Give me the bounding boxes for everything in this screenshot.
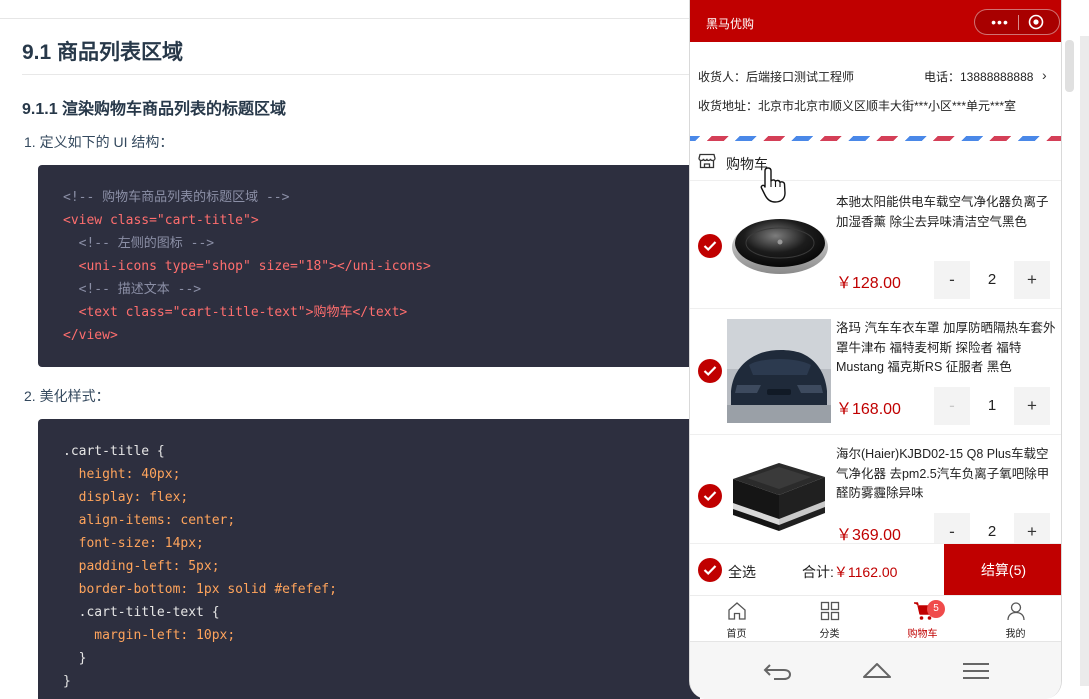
doc-panel: 9.1 商品列表区域 9.1.1 渲染购物车商品列表的标题区域 1. 定义如下的…	[0, 0, 700, 699]
scrollbar-thumb[interactable]	[1065, 40, 1074, 92]
item-price: ￥168.00	[836, 401, 901, 418]
menu-capsule[interactable]: •••	[974, 9, 1060, 35]
code-line: align-items: center;	[63, 513, 236, 528]
code-line: padding-left: 5px;	[63, 559, 220, 574]
code-line: <!-- 描述文本 -->	[63, 282, 202, 297]
capsule-divider	[1018, 15, 1019, 30]
code-line: <uni-icons type="shop" size="18"></uni-i…	[63, 259, 431, 274]
scrollbar-track	[1080, 36, 1089, 686]
code-line: .cart-title {	[63, 444, 165, 459]
system-nav-bar	[690, 641, 1061, 699]
code-line: <!-- 购物车商品列表的标题区域 -->	[63, 190, 290, 205]
code-block-ui-structure: <!-- 购物车商品列表的标题区域 --> <view class="cart-…	[38, 165, 700, 367]
user-icon	[1007, 602, 1025, 621]
tab-label: 分类	[819, 629, 840, 640]
decrease-button[interactable]: -	[934, 387, 970, 425]
checkout-button[interactable]: 结算(5)	[944, 544, 1061, 596]
settle-bar: 全选 合计:￥1162.00 结算(5)	[690, 543, 1061, 596]
increase-button[interactable]: +	[1014, 261, 1050, 299]
increase-button[interactable]: +	[1014, 387, 1050, 425]
check-icon	[703, 565, 717, 576]
total-price: 合计:￥1162.00	[802, 562, 897, 582]
code-block-styles: .cart-title { height: 40px; display: fle…	[38, 419, 700, 699]
cart-item[interactable]: 本驰太阳能供电车载空气净化器负离子加湿香薰 除尘去异味清洁空气黑色 ￥128.0…	[690, 183, 1061, 309]
cart-title: 购物车	[690, 141, 1061, 181]
cart-badge: 5	[927, 600, 945, 618]
close-target-icon[interactable]	[1028, 14, 1044, 30]
pointer-hand-icon	[760, 167, 786, 203]
step-2-text: 2. 美化样式：	[24, 388, 110, 404]
code-line: display: flex;	[63, 490, 189, 505]
home-key-icon[interactable]	[861, 659, 893, 683]
tab-label: 首页	[726, 629, 747, 640]
tab-my[interactable]: 我的	[969, 596, 1061, 642]
code-line: <text class="cart-title-text">购物车</text>	[63, 305, 408, 320]
receiver-address: 收货地址：北京市北京市顺义区顺丰大街***小区***单元***室	[698, 99, 1017, 113]
receiver-name: 收货人：后端接口测试工程师	[698, 70, 855, 84]
tab-home[interactable]: 首页	[690, 596, 783, 642]
heading-underline	[22, 74, 700, 75]
code-line: height: 40px;	[63, 467, 181, 482]
code-line: <!-- 左侧的图标 -->	[63, 236, 215, 251]
select-all-checkbox[interactable]	[698, 558, 722, 582]
menu-key-icon[interactable]	[960, 659, 992, 683]
car-cover-image	[727, 319, 831, 423]
item-name: 本驰太阳能供电车载空气净化器负离子加湿香薰 除尘去异味清洁空气黑色	[836, 195, 1049, 229]
cart-item[interactable]: 洛玛 汽车车衣车罩 加厚防晒隔热车套外罩牛津布 福特麦柯斯 探险者 福特Must…	[690, 309, 1061, 435]
nav-title: 黑马优购	[706, 17, 755, 31]
item-price: ￥128.00	[836, 275, 901, 292]
code-line: </view>	[63, 328, 118, 343]
back-icon[interactable]	[762, 659, 794, 683]
doc-top-divider	[0, 18, 700, 19]
tab-label: 我的	[1005, 629, 1026, 640]
subsection-heading: 9.1.1 渲染购物车商品列表的标题区域	[22, 101, 287, 118]
shop-icon	[698, 153, 716, 169]
nav-bar: 黑马优购 •••	[690, 0, 1061, 42]
code-line: border-bottom: 1px solid #efefef;	[63, 582, 337, 597]
tab-bar: 首页 分类 5 购物车 我的	[690, 595, 1061, 642]
step-1-text: 1. 定义如下的 UI 结构：	[24, 134, 174, 150]
section-heading: 9.1 商品列表区域	[22, 41, 184, 64]
code-line: }	[63, 651, 87, 666]
product-image[interactable]	[727, 319, 831, 423]
total-amount: ￥1162.00	[833, 564, 898, 580]
home-icon	[728, 602, 746, 620]
item-checkbox[interactable]	[698, 484, 722, 508]
quantity-input[interactable]: 2	[972, 261, 1012, 299]
item-checkbox[interactable]	[698, 234, 722, 258]
select-all-label[interactable]: 全选	[728, 562, 756, 582]
chevron-right-icon[interactable]: ›	[1042, 67, 1047, 83]
tab-label: 购物车	[907, 629, 938, 640]
decrease-button[interactable]: -	[934, 261, 970, 299]
receiver-phone: 电话：13888888888	[924, 70, 1034, 84]
code-line: margin-left: 10px;	[63, 628, 236, 643]
phone-simulator: 黑马优购 ••• 收货人：后端接口测试工程师 电话：13888888888 › …	[689, 0, 1062, 699]
code-line: font-size: 14px;	[63, 536, 204, 551]
item-name: 海尔(Haier)KJBD02-15 Q8 Plus车载空气净化器 去pm2.5…	[836, 447, 1050, 500]
code-line: .cart-title-text {	[63, 605, 220, 620]
code-line: }	[63, 674, 71, 689]
quantity-input[interactable]: 1	[972, 387, 1012, 425]
item-checkbox[interactable]	[698, 359, 722, 383]
more-icon[interactable]: •••	[985, 14, 1015, 30]
total-label: 合计:	[802, 564, 834, 580]
check-icon	[703, 241, 717, 252]
check-icon	[703, 491, 717, 502]
category-grid-icon	[820, 601, 840, 621]
product-image[interactable]	[727, 445, 831, 549]
tab-cart[interactable]: 5 购物车	[876, 596, 969, 642]
product-image[interactable]	[727, 194, 831, 298]
haier-purifier-image	[733, 463, 825, 531]
code-line: <view class="cart-title">	[63, 213, 259, 228]
quantity-stepper[interactable]: - 2 +	[934, 261, 1050, 299]
quantity-stepper[interactable]: - 1 +	[934, 387, 1050, 425]
check-icon	[703, 366, 717, 377]
tab-category[interactable]: 分类	[783, 596, 876, 642]
item-name: 洛玛 汽车车衣车罩 加厚防晒隔热车套外罩牛津布 福特麦柯斯 探险者 福特Must…	[836, 321, 1056, 374]
item-price: ￥369.00	[836, 527, 901, 544]
air-purifier-image	[732, 219, 828, 274]
address-box[interactable]: 收货人：后端接口测试工程师 电话：13888888888 › 收货地址：北京市北…	[690, 42, 1061, 142]
